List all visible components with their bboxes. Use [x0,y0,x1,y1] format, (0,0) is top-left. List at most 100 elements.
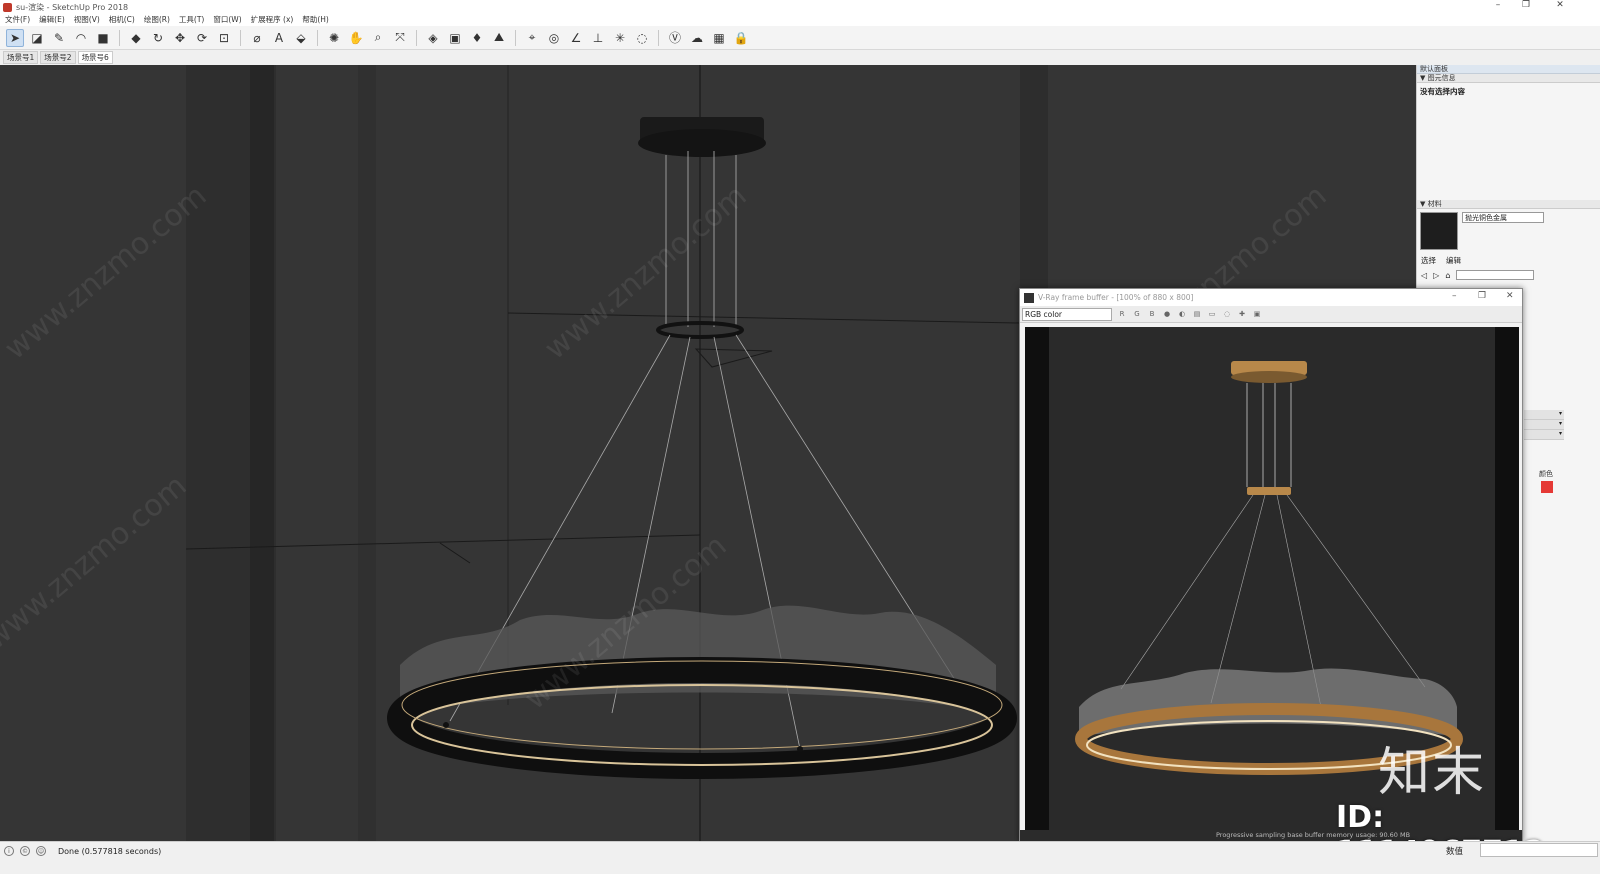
material-swatch[interactable] [1420,212,1458,250]
shadow-tool-icon: ◌ [636,30,648,45]
text-tool-icon: A [274,30,284,45]
zoom-tool-button[interactable]: ⌕ [369,29,387,47]
circle-tool-button[interactable]: ◎ [545,29,563,47]
entity-info-header[interactable]: ▼ 图元信息 [1417,74,1600,83]
ruby-tool-button[interactable]: ♦ [468,29,486,47]
material-library-select[interactable] [1456,270,1535,280]
scale-tool-icon: ⊡ [218,30,230,45]
move-tool-button[interactable]: ✥ [171,29,189,47]
vray-clear-icon[interactable]: ◌ [1222,309,1232,319]
sketchup-app-icon [3,2,12,12]
scale-tool-button[interactable]: ⊡ [215,29,233,47]
tape-measure-tool-button[interactable]: ⌀ [248,29,266,47]
vray-render-tool-icon: Ⓥ [668,31,681,45]
menu-draw[interactable]: 绘图(R) [144,14,170,26]
minimize-button[interactable]: – [1484,0,1512,10]
pencil-tool-button[interactable]: ✎ [50,29,68,47]
vray-toolbar: RGB color R G B ● ◐ ▤ ▭ ◌ ✚ ▣ [1020,306,1522,323]
window-title: su-渲染 - SketchUp Pro 2018 [16,2,129,12]
status-bar: i © ☺ Done (0.577818 seconds) [0,841,1600,860]
vray-minimize-button[interactable]: – [1452,291,1457,301]
materials-header[interactable]: ▼ 材料 [1417,200,1600,209]
vray-region-icon[interactable]: ✚ [1237,309,1247,319]
rotate-tool-button[interactable]: ⟳ [193,29,211,47]
vray-alpha-icon[interactable]: ◐ [1177,309,1187,319]
vray-channel-r[interactable]: R [1117,309,1127,319]
pan-tool-button[interactable]: ✋ [347,29,365,47]
paint-bucket-tool-button[interactable]: ⬙ [292,29,310,47]
status-text: Done (0.577818 seconds) [58,846,162,856]
push-pull-tool-button[interactable]: ◆ [127,29,145,47]
window-titlebar: su-渲染 - SketchUp Pro 2018 – ❐ ✕ [0,0,1600,14]
sun-tool-button[interactable]: ✳ [611,29,629,47]
vray-frame-tool-button[interactable]: ▦ [710,29,728,47]
vray-close-button[interactable]: ✕ [1506,291,1514,301]
vray-channel-b[interactable]: B [1147,309,1157,319]
collapsed-panel[interactable]: ▾ [1524,430,1564,440]
menu-view[interactable]: 视图(V) [74,14,100,26]
lock-tool-button[interactable]: 🔒 [732,29,750,47]
eraser-tool-button[interactable]: ◪ [28,29,46,47]
forward-arrow-icon[interactable]: ▷ [1433,271,1439,280]
menu-extensions[interactable]: 扩展程序 (x) [251,14,294,26]
vray-interactive-tool-button[interactable]: ☁ [688,29,706,47]
warehouse-tool-button[interactable]: ◈ [424,29,442,47]
paint-bucket-tool-icon: ⬙ [296,30,306,45]
user-icon[interactable]: ☺ [36,846,46,856]
vray-render-tool-button[interactable]: Ⓥ [666,29,684,47]
shadow-tool-button[interactable]: ◌ [633,29,651,47]
back-arrow-icon[interactable]: ◁ [1421,271,1427,280]
menu-window[interactable]: 窗口(W) [213,14,241,26]
scene-tab-2[interactable]: 场景号2 [40,51,76,64]
materials-tab-select[interactable]: 选择 [1421,255,1436,266]
materials-title: 材料 [1427,200,1442,208]
geo-location-icon[interactable]: i [4,846,14,856]
menu-help[interactable]: 帮助(H) [302,14,329,26]
vray-render-icon[interactable]: ▣ [1252,309,1262,319]
vray-channel-g[interactable]: G [1132,309,1142,319]
scene-tab-1[interactable]: 场景号1 [3,51,39,64]
scene-tab-6[interactable]: 场景号6 [77,51,113,64]
collapsed-panel[interactable]: ▾ [1524,420,1564,430]
text-tool-button[interactable]: A [270,29,288,47]
tray-header[interactable]: 默认面板 [1417,65,1600,74]
arc-tool-button[interactable]: ◠ [72,29,90,47]
measurements-label: 数值 [1446,847,1464,857]
vray-maximize-button[interactable]: ❐ [1478,291,1486,301]
credits-icon[interactable]: © [20,846,30,856]
menu-tools[interactable]: 工具(T) [179,14,204,26]
toolbar-separator [658,29,659,46]
materials-tab-edit[interactable]: 编辑 [1446,255,1461,266]
measurements-input[interactable] [1480,843,1598,857]
warehouse-tool-icon: ◈ [428,30,438,45]
shape-tool-button[interactable]: ■ [94,29,112,47]
vray-open-icon[interactable]: ▭ [1207,309,1217,319]
sandbox-tool-button[interactable]: ⛰ [490,29,508,47]
ruby-tool-icon: ♦ [471,30,483,45]
axis-tool-button[interactable]: ⊥ [589,29,607,47]
select-tool-button[interactable]: ➤ [6,28,24,47]
vray-save-icon[interactable]: ▤ [1192,309,1202,319]
menu-edit[interactable]: 编辑(E) [39,14,65,26]
zoom-extents-tool-button[interactable]: ⤧ [391,29,409,47]
collapsed-panel[interactable]: ▾ [1524,410,1564,420]
close-button[interactable]: ✕ [1546,0,1574,10]
home-icon[interactable]: ⌂ [1445,271,1450,280]
channel-select[interactable]: RGB color [1022,307,1112,321]
entity-info-title: 图元信息 [1427,74,1456,82]
menu-camera[interactable]: 相机(C) [109,14,135,26]
maximize-button[interactable]: ❐ [1512,0,1540,10]
extension-tool-button[interactable]: ▣ [446,29,464,47]
vray-title: V-Ray frame buffer - [100% of 880 x 800] [1038,293,1194,302]
angle-tool-button[interactable]: ∠ [567,29,585,47]
follow-me-tool-button[interactable]: ↻ [149,29,167,47]
vray-mono-icon[interactable]: ● [1162,309,1172,319]
color-swatch[interactable] [1541,481,1553,493]
menu-file[interactable]: 文件(F) [5,14,30,26]
menu-bar: 文件(F) 编辑(E) 视图(V) 相机(C) 绘图(R) 工具(T) 窗口(W… [0,14,1600,26]
material-name-field[interactable]: 抛光铜色金属 [1462,212,1544,223]
section-tool-button[interactable]: ⌖ [523,29,541,47]
rotate-tool-icon: ⟳ [196,30,208,45]
orbit-tool-button[interactable]: ✺ [325,29,343,47]
tape-measure-tool-icon: ⌀ [253,30,261,45]
